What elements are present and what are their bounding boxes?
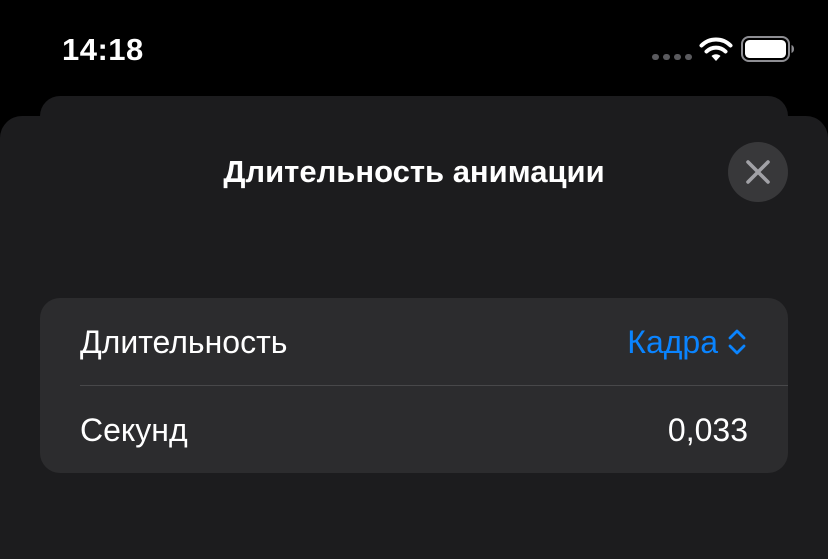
duration-picker-value: Кадра [627, 324, 718, 360]
settings-list: Длительность Кадра Секунд 0,033 [40, 298, 788, 473]
battery-icon [741, 36, 794, 62]
seconds-label: Секунд [80, 412, 188, 448]
duration-picker[interactable]: Кадра [627, 322, 748, 362]
wifi-icon [699, 37, 733, 61]
sheet-title: Длительность анимации [223, 154, 605, 189]
modal-sheet: Длительность анимации Длительность Кадра [0, 116, 828, 559]
close-icon [746, 160, 770, 184]
close-button[interactable] [728, 142, 788, 202]
duration-label: Длительность [80, 324, 288, 360]
screen: 14:18 Длительность анимации Длительность [0, 0, 828, 559]
cellular-signal-icon [652, 54, 692, 60]
status-bar: 14:18 [0, 0, 828, 96]
status-time: 14:18 [62, 32, 144, 67]
list-row-seconds[interactable]: Секунд 0,033 [40, 386, 788, 473]
chevron-up-down-icon [728, 329, 746, 355]
list-row-duration[interactable]: Длительность Кадра [40, 298, 788, 385]
seconds-value[interactable]: 0,033 [668, 410, 748, 450]
